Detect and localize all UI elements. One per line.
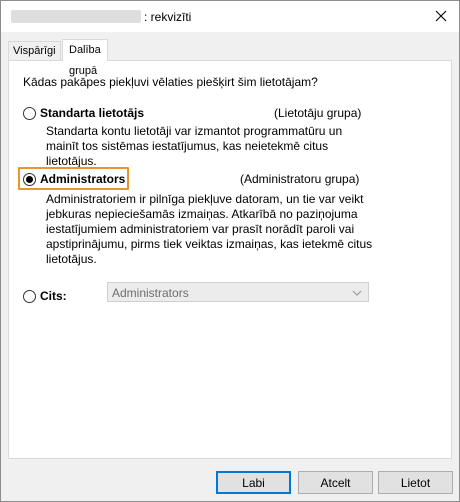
chevron-down-icon [352, 290, 362, 296]
standard-user-description: Standarta kontu lietotāji var izmantot p… [46, 124, 343, 168]
administrators-group: (Administratoru grupa) [240, 172, 360, 186]
title-bar: : rekvizīti [1, 1, 459, 32]
access-question: Kādas pakāpes piekļuvi vēlaties piešķirt… [23, 75, 318, 89]
ok-button[interactable]: Labi [216, 471, 291, 494]
administrators-label[interactable]: Administrators [40, 172, 125, 186]
administrators-description: Administratoriem ir pilnīga piekļuve dat… [46, 192, 373, 266]
blurred-user-name [11, 10, 141, 23]
group-membership-panel: Kādas pakāpes piekļuvi vēlaties piešķirt… [8, 60, 452, 459]
standard-user-radio[interactable] [23, 107, 36, 120]
standard-user-group: (Lietotāju grupa) [274, 106, 362, 120]
window-title: : rekvizīti [144, 10, 192, 24]
cancel-button[interactable]: Atcelt [298, 471, 373, 494]
properties-dialog: : rekvizīti Vispārīgi Dalība grupā Kādas… [0, 0, 460, 502]
close-button[interactable] [429, 5, 453, 27]
other-radio[interactable] [23, 290, 36, 303]
administrators-radio[interactable] [23, 173, 36, 186]
apply-button[interactable]: Lietot [378, 471, 453, 494]
other-group-select: Administrators [107, 282, 369, 302]
standard-user-label[interactable]: Standarta lietotājs [40, 106, 144, 120]
tab-group-membership[interactable]: Dalība grupā [62, 39, 108, 77]
close-icon [435, 10, 447, 22]
other-group-select-value: Administrators [112, 286, 189, 300]
other-label[interactable]: Cits: [40, 289, 67, 303]
tab-general[interactable]: Vispārīgi [8, 41, 61, 61]
